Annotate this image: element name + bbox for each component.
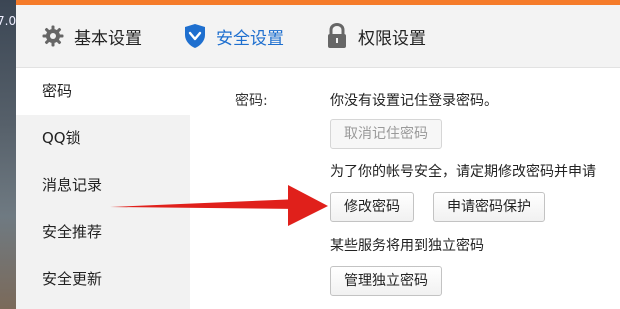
sidebar-item-message-history[interactable]: 消息记录 xyxy=(16,162,190,209)
desktop-background: 7.0 xyxy=(0,0,16,309)
password-status-text: 你没有设置记住登录密码。 xyxy=(330,93,498,109)
sidebar-item-qq-lock[interactable]: QQ锁 xyxy=(16,115,190,162)
tab-security-settings[interactable]: 安全设置 xyxy=(182,23,284,49)
password-panel: 密码: 你没有设置记住登录密码。 取消记住密码 为了你的帐号安全，请定期修改密码… xyxy=(190,68,620,309)
settings-tabs: 基本设置 安全设置 权限设置 xyxy=(16,5,620,68)
lock-icon xyxy=(324,23,350,49)
tab-security-settings-label: 安全设置 xyxy=(216,28,284,49)
tab-permission-settings[interactable]: 权限设置 xyxy=(324,23,426,49)
apply-password-protection-button[interactable]: 申请密码保护 xyxy=(433,192,545,222)
manage-independent-password-button[interactable]: 管理独立密码 xyxy=(330,266,442,296)
sidebar: 密码 QQ锁 消息记录 安全推荐 安全更新 xyxy=(16,68,190,309)
sidebar-item-security-update[interactable]: 安全更新 xyxy=(16,256,190,303)
tab-permission-settings-label: 权限设置 xyxy=(358,28,426,49)
password-advice-text: 为了你的帐号安全，请定期修改密码并申请 xyxy=(330,164,596,180)
password-label: 密码: xyxy=(235,93,268,109)
change-password-button[interactable]: 修改密码 xyxy=(330,192,414,222)
shield-icon xyxy=(182,23,208,49)
sidebar-item-password[interactable]: 密码 xyxy=(16,68,190,115)
cancel-remember-password-button[interactable]: 取消记住密码 xyxy=(330,119,442,149)
sidebar-item-security-recommend[interactable]: 安全推荐 xyxy=(16,209,190,256)
settings-window: 基本设置 安全设置 权限设置 密码 QQ锁 消息记录 安全推荐 安全更新 密码:… xyxy=(16,0,620,309)
tab-basic-settings-label: 基本设置 xyxy=(74,28,142,49)
tab-basic-settings[interactable]: 基本设置 xyxy=(40,23,142,49)
gear-icon xyxy=(40,23,66,49)
desktop-text-fragment: 7.0 xyxy=(0,14,17,28)
independent-password-text: 某些服务将用到独立密码 xyxy=(330,238,484,254)
